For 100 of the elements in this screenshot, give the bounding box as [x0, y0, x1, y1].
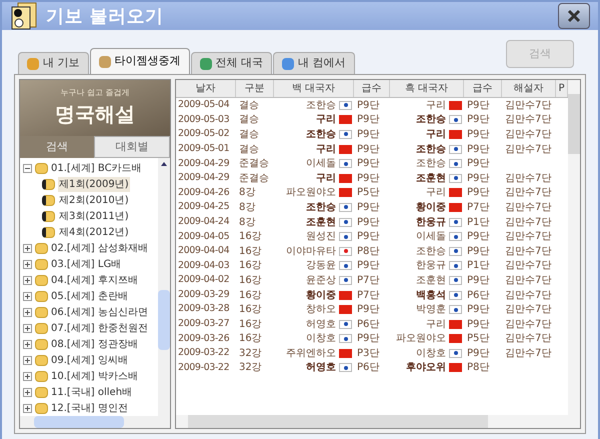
tree-item[interactable]: 11.[국내] olleh배 — [51, 384, 132, 400]
folder-icon — [35, 370, 48, 382]
tree-item[interactable]: 09.[세계] 잉씨배 — [51, 352, 128, 368]
player-name: 후야오위 — [406, 361, 446, 376]
player-name: 조한승 — [306, 98, 336, 113]
scrollbar-thumb[interactable] — [188, 415, 488, 428]
table-cell-text: P8단 — [466, 361, 490, 376]
expand-icon[interactable] — [23, 324, 32, 332]
expand-icon[interactable] — [23, 404, 32, 412]
folder-icon — [42, 210, 55, 222]
scrollbar-thumb[interactable] — [568, 94, 580, 154]
table-cell-text: P9단 — [466, 303, 490, 318]
table-cell-text: 2009-04-25 — [177, 200, 230, 214]
column-header[interactable]: 구분 — [236, 80, 274, 97]
table-cell-text: P7단 — [356, 288, 380, 303]
player-name: 파오원야오 — [396, 332, 446, 346]
tree-item[interactable]: 03.[세계] LG배 — [51, 256, 122, 272]
table-cell-text: 김만수7단 — [504, 288, 552, 303]
expand-icon[interactable] — [23, 340, 32, 348]
column-header[interactable]: 급수 — [464, 80, 502, 97]
tree-item[interactable]: 06.[세계] 농심신라면 — [51, 304, 148, 320]
vertical-scrollbar[interactable] — [158, 158, 170, 416]
expand-icon[interactable] — [23, 260, 32, 268]
column-header[interactable]: 백 대국자 — [274, 80, 354, 97]
table-cell-text: 김만수7단 — [504, 230, 552, 244]
table-cell-text: 김만수7단 — [504, 186, 552, 200]
player-name: 구리 — [426, 128, 446, 142]
tree-item[interactable]: 10.[세계] 박카스배 — [51, 368, 138, 384]
tree-item[interactable]: 12.[국내] 명인전 — [51, 400, 128, 416]
table-cell-text: P6단 — [466, 288, 490, 303]
table-cell-text: P9단 — [356, 259, 380, 274]
column-header[interactable]: 날자 — [176, 80, 236, 97]
expand-icon[interactable] — [23, 388, 32, 396]
player-name: 구리 — [316, 172, 336, 186]
column-header[interactable]: 해설자 — [502, 80, 556, 97]
tab[interactable]: 타이젬생중계 — [90, 48, 190, 74]
tab-icon — [98, 56, 110, 68]
tree-item[interactable]: 제1회(2009년) — [58, 176, 130, 192]
tree-item[interactable]: 05.[세계] 춘란배 — [51, 288, 128, 304]
expand-icon[interactable] — [23, 308, 32, 316]
player-name: 조한승 — [306, 200, 336, 215]
player-name: 파오원야오 — [286, 186, 336, 200]
table-cell-text: 결승 — [238, 142, 260, 157]
table-cell-text: 결승 — [238, 113, 260, 128]
tab[interactable]: 내 컴에서 — [273, 52, 354, 74]
table-cell-text: 2009-04-03 — [177, 258, 230, 273]
folder-icon — [35, 274, 48, 286]
folder-icon — [42, 194, 55, 206]
close-button[interactable] — [558, 3, 590, 29]
table-cell-text: P9단 — [466, 128, 490, 142]
player-name: 한웅규 — [416, 216, 446, 230]
table-cell-text: 16강 — [238, 318, 263, 332]
player-name: 구리 — [316, 113, 336, 128]
tree-item[interactable]: 제4회(2012년) — [58, 224, 130, 240]
collapse-icon[interactable] — [23, 164, 32, 172]
tree-item[interactable]: 04.[세계] 후지쯔배 — [51, 272, 138, 288]
table-cell-text: 8강 — [238, 200, 256, 215]
horizontal-scrollbar[interactable] — [176, 415, 580, 428]
tree-item[interactable]: 제2회(2010년) — [58, 192, 130, 208]
folder-icon — [35, 402, 48, 414]
table-cell-text: P7단 — [466, 200, 490, 215]
table-cell-text: 2009-05-01 — [177, 142, 230, 156]
column-header[interactable]: 흑 대국자 — [390, 80, 464, 97]
player-name: 구리 — [426, 186, 446, 200]
table-cell-text: P5단 — [356, 186, 380, 200]
player-name: 조훈현 — [306, 216, 336, 230]
folder-icon — [42, 178, 55, 190]
player-name: 한웅규 — [416, 259, 446, 274]
tab[interactable]: 내 기보 — [18, 52, 88, 74]
table-cell-text: P5단 — [466, 332, 490, 346]
tree-item[interactable]: 01.[세계] BC카드배 — [51, 160, 142, 176]
expand-icon[interactable] — [23, 292, 32, 300]
player-name: 조한승 — [306, 128, 336, 142]
scrollbar-thumb[interactable] — [158, 290, 170, 350]
expand-icon[interactable] — [23, 356, 32, 364]
table-cell-text: 2009-05-02 — [177, 127, 230, 142]
player-name: 이야마유타 — [286, 244, 336, 259]
vertical-scrollbar[interactable] — [568, 80, 580, 415]
column-header[interactable]: 급수 — [354, 80, 390, 97]
tree-item[interactable]: 08.[세계] 정관장배 — [51, 336, 138, 352]
tab-icon — [282, 58, 294, 70]
table-cell-text: P9단 — [356, 216, 380, 230]
table-cell-text: 16강 — [238, 244, 263, 259]
table-cell-text: 김만수7단 — [504, 113, 552, 128]
table-cell-text: 김만수7단 — [504, 346, 552, 361]
table-cell-text: P9단 — [466, 186, 490, 200]
tab[interactable]: 전체 대국 — [190, 52, 272, 74]
tree-item[interactable]: 02.[세계] 삼성화재배 — [51, 240, 148, 256]
table-cell-text: P9단 — [356, 157, 380, 172]
tree-item[interactable]: 제3회(2011년) — [58, 208, 130, 224]
expand-icon[interactable] — [23, 276, 32, 284]
table-cell-text: 김만수7단 — [504, 244, 552, 259]
table-cell-text: P9단 — [356, 200, 380, 215]
expand-icon[interactable] — [23, 372, 32, 380]
horizontal-scrollbar[interactable] — [20, 416, 170, 428]
tree-item[interactable]: 07.[세계] 한중천원전 — [51, 320, 148, 336]
filter-tab[interactable]: 대회별 — [94, 136, 170, 158]
player-name: 황이중 — [306, 288, 336, 303]
expand-icon[interactable] — [23, 244, 32, 252]
scrollbar-thumb[interactable] — [34, 416, 124, 428]
